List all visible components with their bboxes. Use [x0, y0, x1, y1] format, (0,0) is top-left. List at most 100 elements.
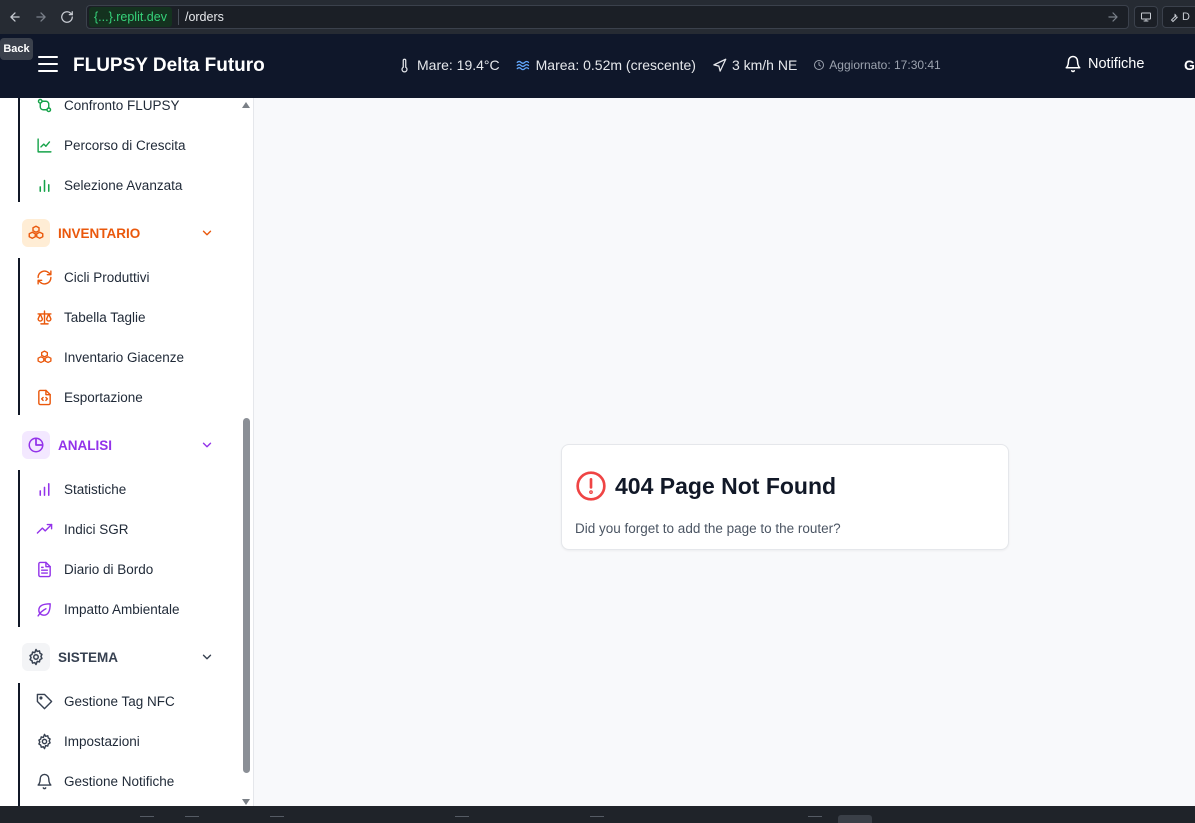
sidebar-item-label: Cicli Produttivi	[64, 269, 150, 285]
chevron-down-icon[interactable]	[200, 438, 214, 452]
address-bar[interactable]: {...}.replit.dev /orders	[86, 5, 1129, 29]
group-line	[18, 98, 20, 202]
sidebar-item-impatto-ambientale[interactable]: Impatto Ambientale	[36, 595, 180, 623]
devtools-button[interactable]: D	[1162, 6, 1195, 28]
reload-icon	[61, 11, 73, 23]
sidebar: Confronto FLUPSY Percorso di Crescita Se…	[0, 98, 254, 806]
sidebar-item-gestione-notifiche[interactable]: Gestione Notifiche	[36, 767, 174, 795]
chevron-down-icon[interactable]	[200, 650, 214, 664]
clock-icon	[814, 60, 825, 70]
sidebar-item-label: Indici SGR	[64, 521, 129, 537]
sidebar-item-label: Gestione Notifiche	[64, 773, 175, 789]
sidebar-item-label: Esportazione	[64, 389, 143, 405]
file-text-icon	[38, 561, 51, 577]
sidebar-item-diario-di-bordo[interactable]: Diario di Bordo	[36, 555, 153, 583]
notifications-label: Notifiche	[1088, 56, 1145, 72]
wind: 3 km/h NE	[712, 57, 797, 73]
tide-label: Marea: 0.52m (crescente)	[535, 57, 696, 73]
sidebar-item-cicli-produttivi[interactable]: Cicli Produttivi	[36, 263, 150, 291]
sidebar-item-label: Percorso di Crescita	[64, 137, 186, 153]
url-path: /orders	[184, 10, 224, 24]
error-message: Did you forget to add the page to the ro…	[575, 521, 841, 536]
scroll-down-arrow[interactable]	[242, 799, 250, 805]
group-line	[18, 683, 20, 806]
section-inventario[interactable]: INVENTARIO	[22, 219, 140, 247]
waves-icon	[516, 60, 529, 70]
arrow-left-icon	[10, 12, 20, 22]
user-menu[interactable]: G	[1184, 57, 1195, 73]
section-title: SISTEMA	[58, 649, 119, 665]
updated-label: Aggiornato: 17:30:41	[829, 58, 941, 72]
back-button[interactable]	[4, 6, 26, 28]
trending-up-icon	[36, 523, 53, 534]
sidebar-item-label: Impatto Ambientale	[64, 601, 180, 617]
alert-circle-icon	[576, 471, 606, 501]
bar-chart-icon	[39, 179, 50, 192]
url-domain: {...}.replit.dev	[89, 7, 172, 27]
notifications-button[interactable]: Notifiche	[1064, 55, 1144, 73]
sidebar-item-label: Inventario Giacenze	[64, 349, 185, 365]
sea-temperature: Mare: 19.4°C	[397, 57, 500, 73]
bar-chart-icon	[39, 482, 50, 496]
file-code-icon	[38, 389, 51, 405]
error-title: 404 Page Not Found	[575, 470, 836, 502]
url-divider	[177, 9, 179, 25]
section-analisi[interactable]: ANALISI	[22, 431, 112, 459]
section-title: INVENTARIO	[58, 225, 141, 241]
monitor-icon	[1141, 12, 1151, 22]
weather-bar: Mare: 19.4°C Marea: 0.52m (crescente) 3 …	[397, 57, 941, 73]
reload-button[interactable]	[56, 6, 78, 28]
taskbar-active-item[interactable]	[838, 815, 872, 823]
tide: Marea: 0.52m (crescente)	[516, 57, 696, 73]
thermometer-icon	[401, 58, 408, 73]
sidebar-item-esportazione[interactable]: Esportazione	[36, 383, 143, 411]
bell-icon	[37, 773, 52, 789]
bell-icon	[1065, 55, 1081, 73]
boxes-icon	[22, 219, 50, 247]
wind-label: 3 km/h NE	[731, 57, 798, 73]
sidebar-item-indici-sgr[interactable]: Indici SGR	[36, 515, 129, 543]
sidebar-item-statistiche[interactable]: Statistiche	[36, 475, 126, 503]
scale-icon	[37, 309, 52, 325]
not-found-card: 404 Page Not Found Did you forget to add…	[561, 444, 1009, 550]
boxes-icon	[37, 349, 52, 363]
pie-chart-icon	[22, 431, 50, 459]
section-sistema[interactable]: SISTEMA	[22, 643, 118, 671]
gear-icon	[38, 733, 51, 749]
browser-toolbar: {...}.replit.dev /orders D	[0, 0, 1195, 34]
app-title: FLUPSY Delta Futuro	[73, 55, 265, 76]
sidebar-item-label: Confronto FLUPSY	[64, 98, 180, 113]
navigation-icon	[713, 58, 727, 72]
sidebar-item-label: Tabella Taglie	[64, 309, 146, 325]
scroll-up-arrow[interactable]	[242, 102, 250, 108]
sidebar-item-selezione-avanzata[interactable]: Selezione Avanzata	[36, 171, 182, 199]
sidebar-item-label: Impostazioni	[64, 733, 140, 749]
devtools-label: D	[1182, 11, 1190, 23]
sidebar-item-inventario-giacenze[interactable]: Inventario Giacenze	[36, 343, 184, 371]
sidebar-item-tabella-taglie[interactable]: Tabella Taglie	[36, 303, 146, 331]
arrow-right-icon	[36, 12, 46, 22]
tag-icon	[36, 693, 53, 709]
git-compare-icon	[37, 98, 52, 112]
sea-temp-label: Mare: 19.4°C	[417, 57, 500, 73]
gear-icon	[22, 643, 50, 671]
leaf-icon	[37, 602, 51, 617]
line-chart-icon	[37, 137, 52, 153]
menu-icon[interactable]	[38, 56, 58, 74]
group-line	[18, 258, 20, 415]
refresh-icon	[37, 269, 52, 285]
sidebar-item-confronto-flupsy[interactable]: Confronto FLUPSY	[36, 98, 180, 119]
sidebar-item-label: Statistiche	[64, 481, 127, 497]
forward-button[interactable]	[30, 6, 52, 28]
group-line	[18, 470, 20, 627]
devices-button[interactable]	[1134, 6, 1158, 28]
os-taskbar	[0, 806, 1195, 823]
go-arrow-icon[interactable]	[1106, 10, 1120, 24]
scrollbar-thumb[interactable]	[243, 418, 250, 773]
error-title-text: 404 Page Not Found	[615, 472, 837, 499]
sidebar-item-percorso-crescita[interactable]: Percorso di Crescita	[36, 131, 186, 159]
chevron-down-icon[interactable]	[200, 226, 214, 240]
sidebar-item-gestione-tag-nfc[interactable]: Gestione Tag NFC	[36, 687, 175, 715]
sidebar-item-impostazioni[interactable]: Impostazioni	[36, 727, 140, 755]
wrench-icon	[1170, 13, 1178, 23]
